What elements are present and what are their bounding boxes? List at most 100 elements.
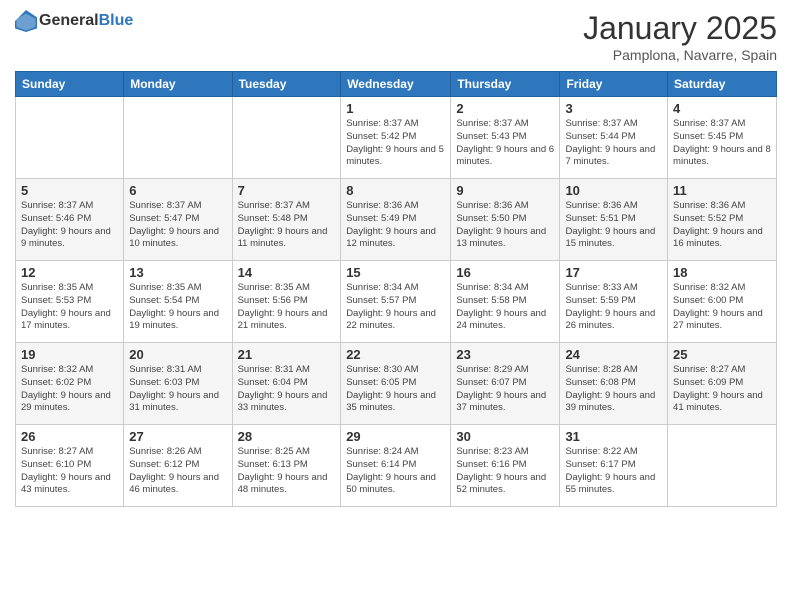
day-number: 25: [673, 347, 771, 362]
calendar-cell: 21 Sunrise: 8:31 AM Sunset: 6:04 PM Dayli…: [232, 343, 341, 425]
col-thursday: Thursday: [451, 72, 560, 97]
day-number: 13: [129, 265, 226, 280]
day-info: Sunrise: 8:26 AM Sunset: 6:12 PM Dayligh…: [129, 446, 226, 497]
week-row-3: 19 Sunrise: 8:32 AM Sunset: 6:02 PM Dayli…: [16, 343, 777, 425]
calendar-table: Sunday Monday Tuesday Wednesday Thursday…: [15, 71, 777, 507]
col-saturday: Saturday: [668, 72, 777, 97]
calendar-cell: 2Sunrise: 8:37 AM Sunset: 5:43 PM Daylig…: [451, 97, 560, 179]
day-number: 7: [238, 183, 336, 198]
day-info: Sunrise: 8:36 AM Sunset: 5:49 PM Dayligh…: [346, 200, 445, 251]
calendar-cell: 16 Sunrise: 8:34 AM Sunset: 5:58 PM Dayli…: [451, 261, 560, 343]
day-number: 4: [673, 101, 771, 116]
day-number: 30: [456, 429, 554, 444]
calendar-cell: 13 Sunrise: 8:35 AM Sunset: 5:54 PM Dayli…: [124, 261, 232, 343]
calendar-body: 1 Sunrise: 8:37 AM Sunset: 5:42 PM Daylig…: [16, 97, 777, 507]
day-number: 16: [456, 265, 554, 280]
calendar-cell: 8 Sunrise: 8:36 AM Sunset: 5:49 PM Daylig…: [341, 179, 451, 261]
day-number: 3: [565, 101, 662, 116]
day-number: 18: [673, 265, 771, 280]
day-info: Sunrise: 8:36 AM Sunset: 5:50 PM Dayligh…: [456, 200, 554, 251]
logo: GeneralBlue: [15, 10, 133, 32]
calendar-cell: 26 Sunrise: 8:27 AM Sunset: 6:10 PM Dayli…: [16, 425, 124, 507]
calendar-cell: 19 Sunrise: 8:32 AM Sunset: 6:02 PM Dayli…: [16, 343, 124, 425]
calendar-cell: 17Sunrise: 8:33 AM Sunset: 5:59 PM Dayli…: [560, 261, 668, 343]
calendar-cell: 4 Sunrise: 8:37 AM Sunset: 5:45 PM Daylig…: [668, 97, 777, 179]
day-number: 23: [456, 347, 554, 362]
day-info: Sunrise: 8:37 AM Sunset: 5:48 PM Dayligh…: [238, 200, 336, 251]
calendar-cell: 9Sunrise: 8:36 AM Sunset: 5:50 PM Daylig…: [451, 179, 560, 261]
calendar-header: Sunday Monday Tuesday Wednesday Thursday…: [16, 72, 777, 97]
day-number: 15: [346, 265, 445, 280]
col-tuesday: Tuesday: [232, 72, 341, 97]
day-number: 8: [346, 183, 445, 198]
month-title: January 2025: [583, 10, 777, 47]
day-info: Sunrise: 8:36 AM Sunset: 5:52 PM Dayligh…: [673, 200, 771, 251]
page: GeneralBlue January 2025 Pamplona, Navar…: [0, 0, 792, 612]
day-number: 11: [673, 183, 771, 198]
day-info: Sunrise: 8:34 AM Sunset: 5:57 PM Dayligh…: [346, 282, 445, 333]
day-info: Sunrise: 8:29 AM Sunset: 6:07 PM Dayligh…: [456, 364, 554, 415]
day-info: Sunrise: 8:37 AM Sunset: 5:44 PM Dayligh…: [565, 118, 662, 169]
logo-icon: [15, 10, 37, 32]
day-number: 22: [346, 347, 445, 362]
day-info: Sunrise: 8:37 AM Sunset: 5:45 PM Dayligh…: [673, 118, 771, 169]
calendar-cell: 3 Sunrise: 8:37 AM Sunset: 5:44 PM Daylig…: [560, 97, 668, 179]
day-info: Sunrise: 8:28 AM Sunset: 6:08 PM Dayligh…: [565, 364, 662, 415]
calendar-cell: 5Sunrise: 8:37 AM Sunset: 5:46 PM Daylig…: [16, 179, 124, 261]
day-number: 14: [238, 265, 336, 280]
day-number: 21: [238, 347, 336, 362]
day-number: 6: [129, 183, 226, 198]
day-info: Sunrise: 8:32 AM Sunset: 6:02 PM Dayligh…: [21, 364, 118, 415]
day-number: 1: [346, 101, 445, 116]
day-info: Sunrise: 8:37 AM Sunset: 5:42 PM Dayligh…: [346, 118, 445, 169]
day-info: Sunrise: 8:35 AM Sunset: 5:56 PM Dayligh…: [238, 282, 336, 333]
calendar-cell: 11 Sunrise: 8:36 AM Sunset: 5:52 PM Dayli…: [668, 179, 777, 261]
day-info: Sunrise: 8:35 AM Sunset: 5:53 PM Dayligh…: [21, 282, 118, 333]
location: Pamplona, Navarre, Spain: [583, 47, 777, 63]
calendar-cell: [16, 97, 124, 179]
day-info: Sunrise: 8:34 AM Sunset: 5:58 PM Dayligh…: [456, 282, 554, 333]
header: GeneralBlue January 2025 Pamplona, Navar…: [15, 10, 777, 63]
calendar-cell: 24 Sunrise: 8:28 AM Sunset: 6:08 PM Dayli…: [560, 343, 668, 425]
calendar-cell: 29 Sunrise: 8:24 AM Sunset: 6:14 PM Dayli…: [341, 425, 451, 507]
calendar-cell: 10Sunrise: 8:36 AM Sunset: 5:51 PM Dayli…: [560, 179, 668, 261]
calendar-cell: 22 Sunrise: 8:30 AM Sunset: 6:05 PM Dayli…: [341, 343, 451, 425]
day-info: Sunrise: 8:35 AM Sunset: 5:54 PM Dayligh…: [129, 282, 226, 333]
week-row-0: 1 Sunrise: 8:37 AM Sunset: 5:42 PM Daylig…: [16, 97, 777, 179]
calendar-cell: 6 Sunrise: 8:37 AM Sunset: 5:47 PM Daylig…: [124, 179, 232, 261]
calendar-cell: 20Sunrise: 8:31 AM Sunset: 6:03 PM Dayli…: [124, 343, 232, 425]
day-number: 26: [21, 429, 118, 444]
day-info: Sunrise: 8:30 AM Sunset: 6:05 PM Dayligh…: [346, 364, 445, 415]
day-number: 20: [129, 347, 226, 362]
day-number: 19: [21, 347, 118, 362]
logo-general: General: [39, 12, 99, 29]
day-number: 29: [346, 429, 445, 444]
calendar-cell: [232, 97, 341, 179]
calendar-cell: 31Sunrise: 8:22 AM Sunset: 6:17 PM Dayli…: [560, 425, 668, 507]
col-sunday: Sunday: [16, 72, 124, 97]
day-info: Sunrise: 8:27 AM Sunset: 6:10 PM Dayligh…: [21, 446, 118, 497]
day-info: Sunrise: 8:37 AM Sunset: 5:47 PM Dayligh…: [129, 200, 226, 251]
header-row: Sunday Monday Tuesday Wednesday Thursday…: [16, 72, 777, 97]
day-info: Sunrise: 8:24 AM Sunset: 6:14 PM Dayligh…: [346, 446, 445, 497]
title-section: January 2025 Pamplona, Navarre, Spain: [583, 10, 777, 63]
day-number: 2: [456, 101, 554, 116]
calendar-cell: 23 Sunrise: 8:29 AM Sunset: 6:07 PM Dayli…: [451, 343, 560, 425]
day-info: Sunrise: 8:32 AM Sunset: 6:00 PM Dayligh…: [673, 282, 771, 333]
calendar-cell: 15 Sunrise: 8:34 AM Sunset: 5:57 PM Dayli…: [341, 261, 451, 343]
calendar-cell: 25Sunrise: 8:27 AM Sunset: 6:09 PM Dayli…: [668, 343, 777, 425]
day-info: Sunrise: 8:36 AM Sunset: 5:51 PM Dayligh…: [565, 200, 662, 251]
calendar-cell: 30Sunrise: 8:23 AM Sunset: 6:16 PM Dayli…: [451, 425, 560, 507]
calendar-cell: [124, 97, 232, 179]
week-row-4: 26 Sunrise: 8:27 AM Sunset: 6:10 PM Dayli…: [16, 425, 777, 507]
day-info: Sunrise: 8:31 AM Sunset: 6:04 PM Dayligh…: [238, 364, 336, 415]
day-number: 24: [565, 347, 662, 362]
day-info: Sunrise: 8:37 AM Sunset: 5:46 PM Dayligh…: [21, 200, 118, 251]
day-info: Sunrise: 8:25 AM Sunset: 6:13 PM Dayligh…: [238, 446, 336, 497]
calendar-cell: [668, 425, 777, 507]
calendar-cell: 14 Sunrise: 8:35 AM Sunset: 5:56 PM Dayli…: [232, 261, 341, 343]
col-friday: Friday: [560, 72, 668, 97]
calendar-cell: 18 Sunrise: 8:32 AM Sunset: 6:00 PM Dayli…: [668, 261, 777, 343]
col-monday: Monday: [124, 72, 232, 97]
calendar-cell: 12Sunrise: 8:35 AM Sunset: 5:53 PM Dayli…: [16, 261, 124, 343]
